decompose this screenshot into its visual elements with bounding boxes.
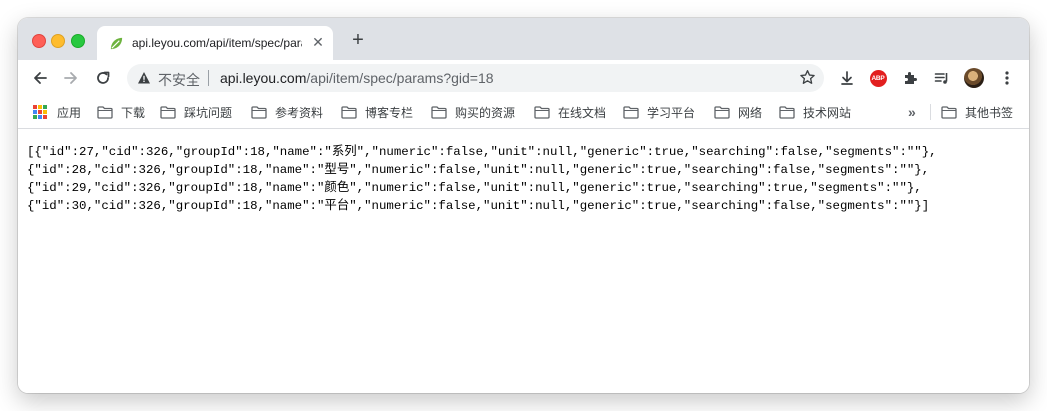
- tab-title: api.leyou.com/api/item/spec/params?gid=1…: [132, 36, 302, 50]
- reload-icon[interactable]: [91, 66, 115, 90]
- bookmark-label: 博客专栏: [365, 105, 414, 120]
- bookmark-folder[interactable]: 购买的资源: [431, 96, 515, 128]
- folder-icon: [534, 105, 550, 119]
- bookmark-folder[interactable]: 参考资料: [251, 96, 323, 128]
- folder-icon: [251, 105, 267, 119]
- bookmark-folder[interactable]: 学习平台: [623, 96, 695, 128]
- bookmark-label: 网络: [738, 105, 763, 120]
- download-icon[interactable]: [836, 67, 858, 89]
- plus-icon[interactable]: +: [348, 30, 368, 50]
- bookmark-label: 在线文档: [558, 105, 607, 120]
- url-text[interactable]: api.leyou.com/api/item/spec/params?gid=1…: [220, 70, 494, 86]
- page-content: [{"id":27,"cid":326,"groupId":18,"name":…: [18, 129, 1029, 393]
- star-icon[interactable]: [799, 69, 816, 86]
- bookmark-folder[interactable]: 下载: [97, 96, 145, 128]
- folder-icon: [160, 105, 176, 119]
- bookmark-label: 下载: [121, 105, 146, 120]
- folder-icon: [623, 105, 639, 119]
- bookmarks-bar: 应用 下载 踩坑问题 参考资料 博客专栏 购买的资源 在线文档 学习平台 网络 …: [18, 96, 1029, 129]
- folder-icon: [97, 105, 113, 119]
- more-menu-icon[interactable]: [996, 67, 1018, 89]
- warning-icon: [138, 72, 150, 84]
- address-bar[interactable]: 不安全 api.leyou.com/api/item/spec/params?g…: [127, 64, 824, 92]
- abp-badge: ABP: [869, 69, 887, 87]
- window-maximize-button[interactable]: [71, 34, 85, 48]
- window-close-button[interactable]: [32, 34, 46, 48]
- folder-icon: [941, 105, 957, 119]
- json-line: {"id":30,"cid":326,"groupId":18,"name":"…: [27, 199, 930, 213]
- profile-avatar[interactable]: [963, 67, 985, 89]
- browser-window: api.leyou.com/api/item/spec/params?gid=1…: [18, 18, 1029, 393]
- bookmarks-overflow-button[interactable]: »: [908, 104, 916, 120]
- url-host: api.leyou.com: [220, 70, 307, 86]
- address-divider: [208, 70, 209, 86]
- security-label[interactable]: 不安全: [158, 70, 200, 90]
- bookmark-label: 踩坑问题: [184, 105, 233, 120]
- close-icon[interactable]: ✕: [311, 34, 325, 50]
- forward-arrow-icon[interactable]: [59, 66, 83, 90]
- adblock-icon[interactable]: ABP: [867, 67, 889, 89]
- bookmark-label: 技术网站: [803, 105, 852, 120]
- bookmark-label: 参考资料: [275, 105, 324, 120]
- avatar: [964, 68, 984, 88]
- tab-strip: api.leyou.com/api/item/spec/params?gid=1…: [18, 18, 1029, 60]
- bookmark-label: 学习平台: [647, 105, 696, 120]
- bookmark-folder[interactable]: 网络: [714, 96, 762, 128]
- bookmark-label: 购买的资源: [455, 105, 516, 120]
- bookmark-folder[interactable]: 在线文档: [534, 96, 606, 128]
- json-line: [{"id":27,"cid":326,"groupId":18,"name":…: [27, 145, 937, 159]
- bookmark-label: 应用: [57, 105, 82, 120]
- bookmark-apps[interactable]: 应用: [33, 96, 81, 128]
- bookmark-folder[interactable]: 技术网站: [779, 96, 851, 128]
- back-arrow-icon[interactable]: [28, 66, 52, 90]
- url-path: /api/item/spec/params?gid=18: [306, 70, 494, 86]
- extensions-icon[interactable]: [899, 67, 921, 89]
- leaf-icon: [110, 37, 123, 50]
- media-playlist-icon[interactable]: [931, 67, 953, 89]
- folder-icon: [431, 105, 447, 119]
- folder-icon: [714, 105, 730, 119]
- bookmark-folder[interactable]: 博客专栏: [341, 96, 413, 128]
- bookmark-label: 其他书签: [965, 105, 1014, 120]
- window-minimize-button[interactable]: [51, 34, 65, 48]
- folder-icon: [779, 105, 795, 119]
- toolbar: 不安全 api.leyou.com/api/item/spec/params?g…: [18, 60, 1029, 96]
- json-line: {"id":29,"cid":326,"groupId":18,"name":"…: [27, 181, 922, 195]
- other-bookmarks[interactable]: 其他书签: [941, 96, 1013, 128]
- tab-active[interactable]: api.leyou.com/api/item/spec/params?gid=1…: [97, 26, 333, 60]
- bookmarks-divider: [930, 104, 931, 120]
- bookmark-folder[interactable]: 踩坑问题: [160, 96, 232, 128]
- json-line: {"id":28,"cid":326,"groupId":18,"name":"…: [27, 163, 930, 177]
- apps-icon: [33, 105, 47, 119]
- folder-icon: [341, 105, 357, 119]
- json-response: [{"id":27,"cid":326,"groupId":18,"name":…: [27, 143, 937, 215]
